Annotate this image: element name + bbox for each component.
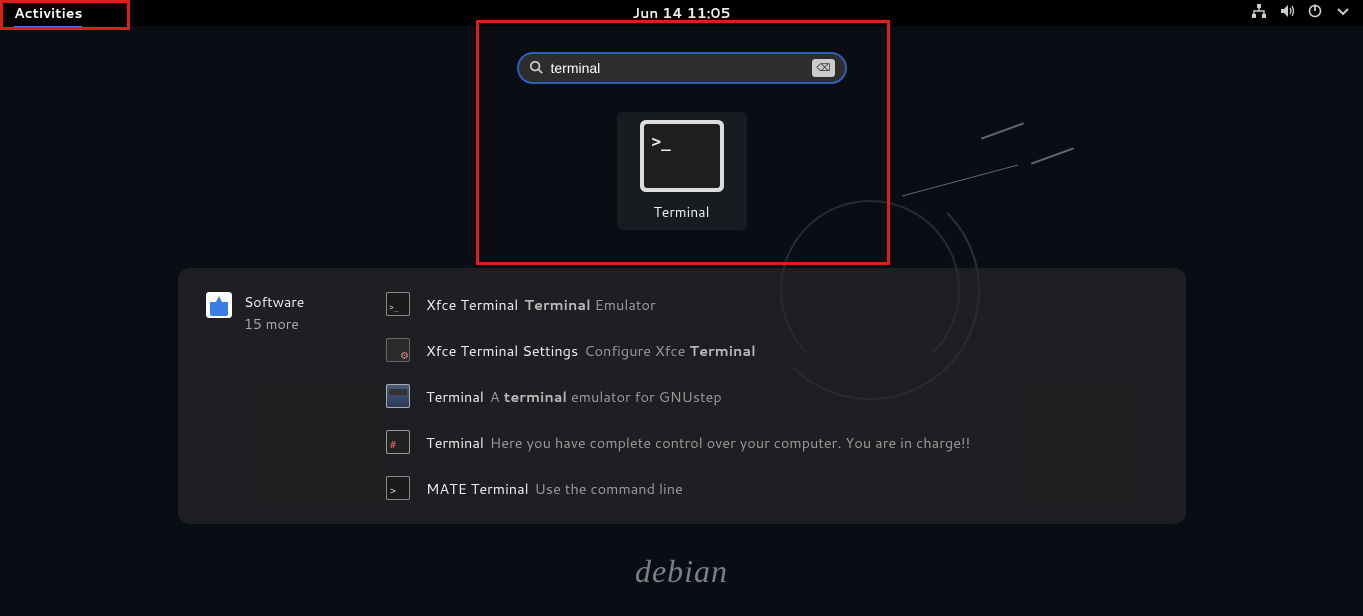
result-text: Terminal A terminal emulator for GNUstep xyxy=(426,386,722,407)
search-icon xyxy=(529,57,543,80)
result-description: Here you have complete control over your… xyxy=(490,432,970,453)
result-row[interactable]: Terminal A terminal emulator for GNUstep xyxy=(386,384,1158,408)
result-text: Terminal Here you have complete control o… xyxy=(426,432,970,453)
result-description: A terminal emulator for GNUstep xyxy=(490,386,722,407)
result-row[interactable]: Xfce Terminal Settings Configure Xfce Ter… xyxy=(386,338,1158,362)
gnustep-icon xyxy=(386,384,410,408)
result-title: Terminal xyxy=(426,386,484,407)
result-description: Use the command line xyxy=(535,478,683,499)
result-text: Xfce Terminal Settings Configure Xfce Ter… xyxy=(426,340,756,361)
mate-icon xyxy=(386,476,410,500)
debian-wordmark: debian xyxy=(635,553,728,590)
app-result-label: Terminal xyxy=(625,202,739,222)
section-more: 15 more xyxy=(244,314,304,334)
search-input[interactable] xyxy=(551,60,813,76)
result-text: MATE Terminal Use the command line xyxy=(426,478,683,499)
bg-dash xyxy=(902,164,1018,196)
clear-search-icon[interactable]: ⌫ xyxy=(812,59,834,77)
search-results-panel: Software 15 more Xfce Terminal Terminal E… xyxy=(178,268,1186,524)
result-title: MATE Terminal xyxy=(426,478,529,499)
result-description: Terminal Emulator xyxy=(524,294,655,315)
bg-dash xyxy=(1031,147,1074,164)
result-row[interactable]: Xfce Terminal Terminal Emulator xyxy=(386,292,1158,316)
result-title: Terminal xyxy=(426,432,484,453)
top-bar: Activities Jun 14 11:05 xyxy=(0,0,1363,26)
terminal-app-icon: >_ xyxy=(640,120,724,192)
result-title: Xfce Terminal Settings xyxy=(426,340,578,361)
chevron-down-icon[interactable] xyxy=(1335,3,1351,24)
result-row[interactable]: MATE Terminal Use the command line xyxy=(386,476,1158,500)
clock[interactable]: Jun 14 11:05 xyxy=(632,3,730,23)
terminal-prompt-glyph: >_ xyxy=(644,124,720,188)
result-description: Configure Xfce Terminal xyxy=(584,340,756,361)
system-tray[interactable] xyxy=(1251,3,1363,24)
results-section-header[interactable]: Software 15 more xyxy=(206,292,386,500)
result-title: Xfce Terminal xyxy=(426,294,518,315)
result-row[interactable]: Terminal Here you have complete control o… xyxy=(386,430,1158,454)
bg-dash xyxy=(981,122,1024,139)
software-icon xyxy=(206,292,232,318)
network-icon[interactable] xyxy=(1251,3,1267,24)
volume-icon[interactable] xyxy=(1279,3,1295,24)
result-text: Xfce Terminal Terminal Emulator xyxy=(426,294,656,315)
settings-icon xyxy=(386,338,410,362)
section-title: Software xyxy=(244,292,304,312)
activities-button[interactable]: Activities xyxy=(0,0,96,26)
root-icon xyxy=(386,430,410,454)
power-icon[interactable] xyxy=(1307,3,1323,24)
term-icon xyxy=(386,292,410,316)
search-field[interactable]: ⌫ xyxy=(517,52,847,84)
app-result-terminal[interactable]: >_ Terminal xyxy=(617,112,747,230)
